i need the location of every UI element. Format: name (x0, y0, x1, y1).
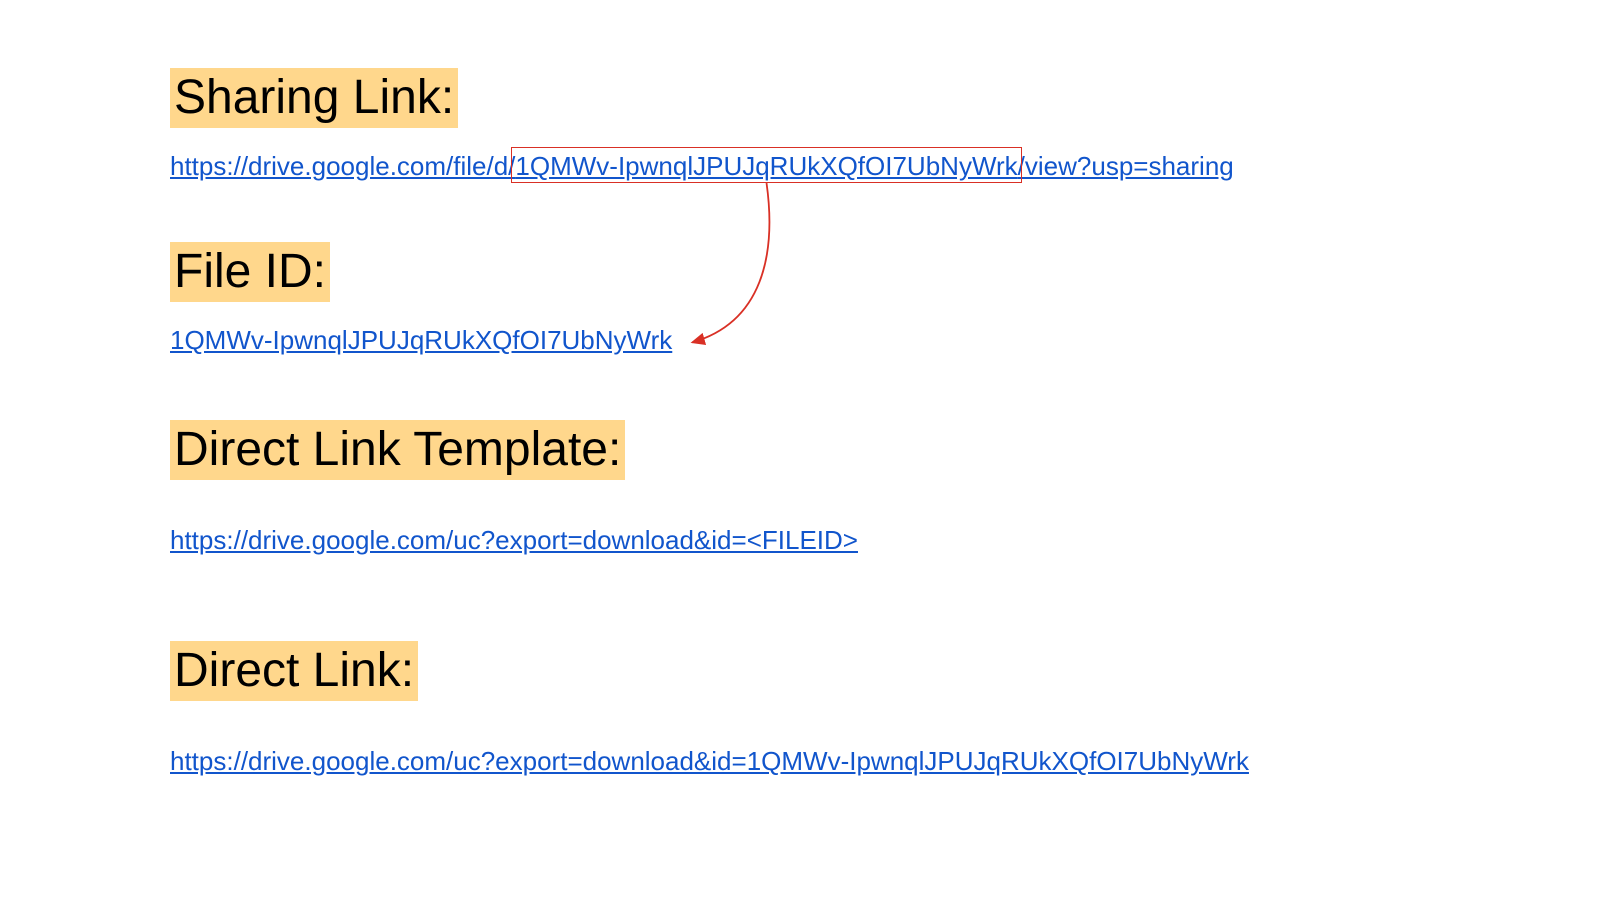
sharing-link-url-fileid: 1QMWv-IpwnqlJPUJqRUkXQfOI7UbNyWrk (515, 151, 1017, 181)
sharing-link-url[interactable]: https://drive.google.com/file/d/1QMWv-Ip… (170, 150, 1234, 184)
section-direct-link-template: Direct Link Template: https://drive.goog… (170, 420, 1620, 558)
section-file-id: File ID: 1QMWv-IpwnqlJPUJqRUkXQfOI7UbNyW… (170, 242, 1620, 358)
sharing-link-url-part2: /view?usp=sharing (1018, 151, 1234, 181)
sharing-link-url-container: https://drive.google.com/file/d/1QMWv-Ip… (170, 128, 1234, 184)
heading-direct-link-template: Direct Link Template: (170, 420, 625, 480)
section-sharing-link: Sharing Link: https://drive.google.com/f… (170, 68, 1620, 184)
heading-sharing-link: Sharing Link: (170, 68, 458, 128)
sharing-link-url-part1: https://drive.google.com/file/d/ (170, 151, 515, 181)
direct-link-url[interactable]: https://drive.google.com/uc?export=downl… (170, 745, 1249, 779)
direct-link-template-url[interactable]: https://drive.google.com/uc?export=downl… (170, 524, 858, 558)
heading-file-id: File ID: (170, 242, 330, 302)
file-id-value[interactable]: 1QMWv-IpwnqlJPUJqRUkXQfOI7UbNyWrk (170, 324, 672, 358)
section-direct-link: Direct Link: https://drive.google.com/uc… (170, 641, 1620, 779)
heading-direct-link: Direct Link: (170, 641, 418, 701)
